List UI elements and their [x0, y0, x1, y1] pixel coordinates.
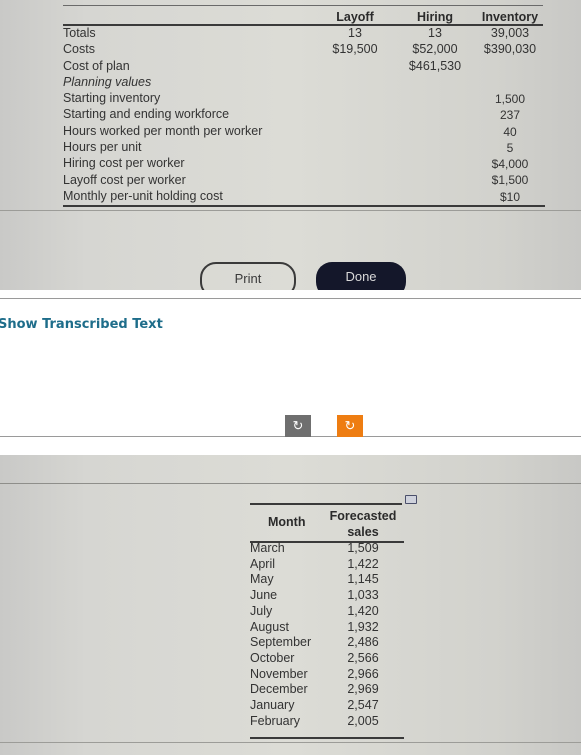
month-cell: May [250, 572, 274, 587]
divider [0, 298, 581, 299]
table-top-rule [63, 5, 543, 6]
layoff-cost: $19,500 [332, 42, 378, 57]
month-cell: November [250, 666, 308, 681]
cost-of-plan: $461,530 [408, 58, 462, 73]
sales-cell: 2,547 [347, 698, 379, 713]
header-line: Forecasted [329, 509, 397, 523]
dialog-divider [0, 210, 581, 211]
month-cell: June [250, 588, 278, 603]
col-header-hiring: Hiring [416, 10, 454, 24]
row-labels: Totals Costs Cost of plan Planning value… [63, 25, 262, 204]
month-cell: August [250, 619, 289, 634]
print-button[interactable]: Print [200, 262, 296, 290]
done-button[interactable]: Done [316, 262, 406, 290]
month-cell: April [250, 556, 276, 571]
hiring-total: 13 [428, 26, 442, 40]
sales-cell: 1,033 [347, 588, 379, 603]
month-column: March April May June July August Septemb… [250, 541, 311, 729]
sales-cell: 2,969 [347, 682, 379, 697]
row-label: Starting inventory [63, 91, 161, 106]
planning-value: 237 [499, 108, 521, 123]
sales-cell: 1,422 [347, 556, 379, 571]
copy-icon[interactable] [405, 495, 417, 504]
forecast-bottom-rule [250, 737, 404, 739]
row-label: Starting and ending workforce [63, 107, 230, 122]
row-label: Layoff cost per worker [63, 172, 186, 187]
row-label: Monthly per-unit holding cost [63, 188, 223, 203]
photo-edge-line [0, 742, 581, 743]
row-label: Hours worked per month per worker [63, 123, 263, 138]
inventory-cost: $390,030 [483, 42, 537, 57]
month-cell: July [250, 603, 273, 618]
col-header-month: Month [268, 515, 306, 529]
month-cell: January [250, 698, 295, 713]
planning-value: 5 [506, 140, 514, 155]
row-label: Costs [63, 42, 95, 57]
sales-cell: 2,566 [347, 650, 379, 665]
row-label: Hiring cost per worker [63, 156, 185, 171]
row-label: Cost of plan [63, 58, 130, 73]
month-cell: December [250, 682, 308, 697]
planning-value: $10 [499, 189, 521, 204]
inventory-values: 39,003 $390,030 [476, 25, 544, 58]
row-label: Totals [63, 26, 96, 40]
sales-cell: 1,145 [347, 572, 379, 587]
layoff-total: 13 [348, 26, 362, 40]
sales-cell: 1,509 [347, 541, 379, 555]
planning-value: 40 [503, 124, 517, 139]
sales-cell: 2,486 [347, 635, 379, 650]
photo-edge-line [0, 483, 581, 484]
hiring-cost: $52,000 [412, 42, 458, 57]
table-bottom-rule [63, 205, 545, 207]
sales-cell: 2,966 [347, 666, 379, 681]
rotate-right-icon: ↻ [344, 418, 356, 433]
planning-value: $4,000 [491, 157, 529, 172]
inventory-total: 39,003 [490, 26, 530, 40]
month-cell: October [250, 650, 295, 665]
sales-cell: 1,932 [347, 619, 379, 634]
rotate-right-button[interactable]: ↻ [337, 415, 363, 437]
month-cell: March [250, 541, 285, 555]
rotate-left-icon: ↻ [292, 418, 304, 433]
sales-column: 1,509 1,422 1,145 1,033 1,420 1,932 2,48… [334, 541, 392, 729]
forecast-table-photo: Month Forecasted sales March April May J… [0, 455, 581, 755]
header-line: sales [347, 525, 379, 539]
transcription-area: Show Transcribed Text ↻ ↻ [0, 290, 581, 455]
row-label-section: Planning values [63, 74, 152, 89]
row-label: Hours per unit [63, 140, 142, 155]
col-header-forecasted-sales: Forecasted sales [326, 508, 400, 540]
sales-cell: 1,420 [347, 603, 379, 618]
month-cell: September [250, 635, 312, 650]
layoff-values: 13 $19,500 [325, 25, 385, 58]
hiring-values: 13 $52,000 $461,530 [398, 25, 472, 74]
sales-cell: 2,005 [347, 713, 379, 728]
planning-value: $1,500 [491, 173, 529, 188]
month-cell: February [250, 713, 301, 728]
planning-value: 1,500 [494, 92, 526, 106]
rotate-left-button[interactable]: ↻ [285, 415, 311, 437]
show-transcribed-text-link[interactable]: Show Transcribed Text [0, 317, 163, 332]
plan-table-photo: Layoff Hiring Inventory Totals Costs Cos… [0, 0, 581, 290]
col-header-layoff: Layoff [336, 10, 374, 24]
planning-values: 1,500 237 40 5 $4,000 $1,500 $10 [484, 91, 536, 205]
forecast-top-rule [250, 503, 402, 505]
col-header-inventory: Inventory [481, 10, 539, 24]
